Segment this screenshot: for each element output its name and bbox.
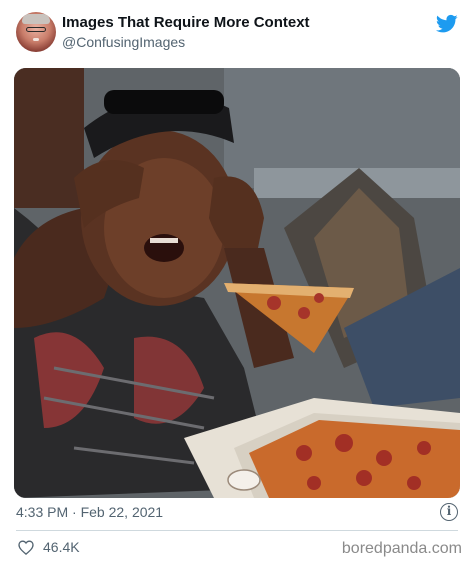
tweet-photo[interactable] — [14, 68, 460, 498]
tweet-card: Images That Require More Context @Confus… — [0, 0, 474, 566]
avatar-glasses — [26, 27, 46, 32]
avatar[interactable] — [16, 12, 56, 52]
avatar-hair — [22, 14, 50, 24]
watermark: boredpanda.com — [341, 540, 462, 557]
photo-illustration — [14, 68, 460, 498]
heart-icon[interactable] — [18, 540, 34, 555]
author-handle[interactable]: @ConfusingImages — [62, 34, 185, 50]
twitter-bird-icon[interactable] — [436, 14, 458, 34]
avatar-mouth — [33, 38, 39, 41]
author-name[interactable]: Images That Require More Context — [62, 14, 310, 31]
tweet-timestamp[interactable]: 4:33 PM · Feb 22, 2021 — [16, 504, 163, 520]
divider — [16, 530, 458, 531]
like-count[interactable]: 46.4K — [43, 539, 80, 555]
info-icon[interactable]: i — [440, 503, 458, 521]
